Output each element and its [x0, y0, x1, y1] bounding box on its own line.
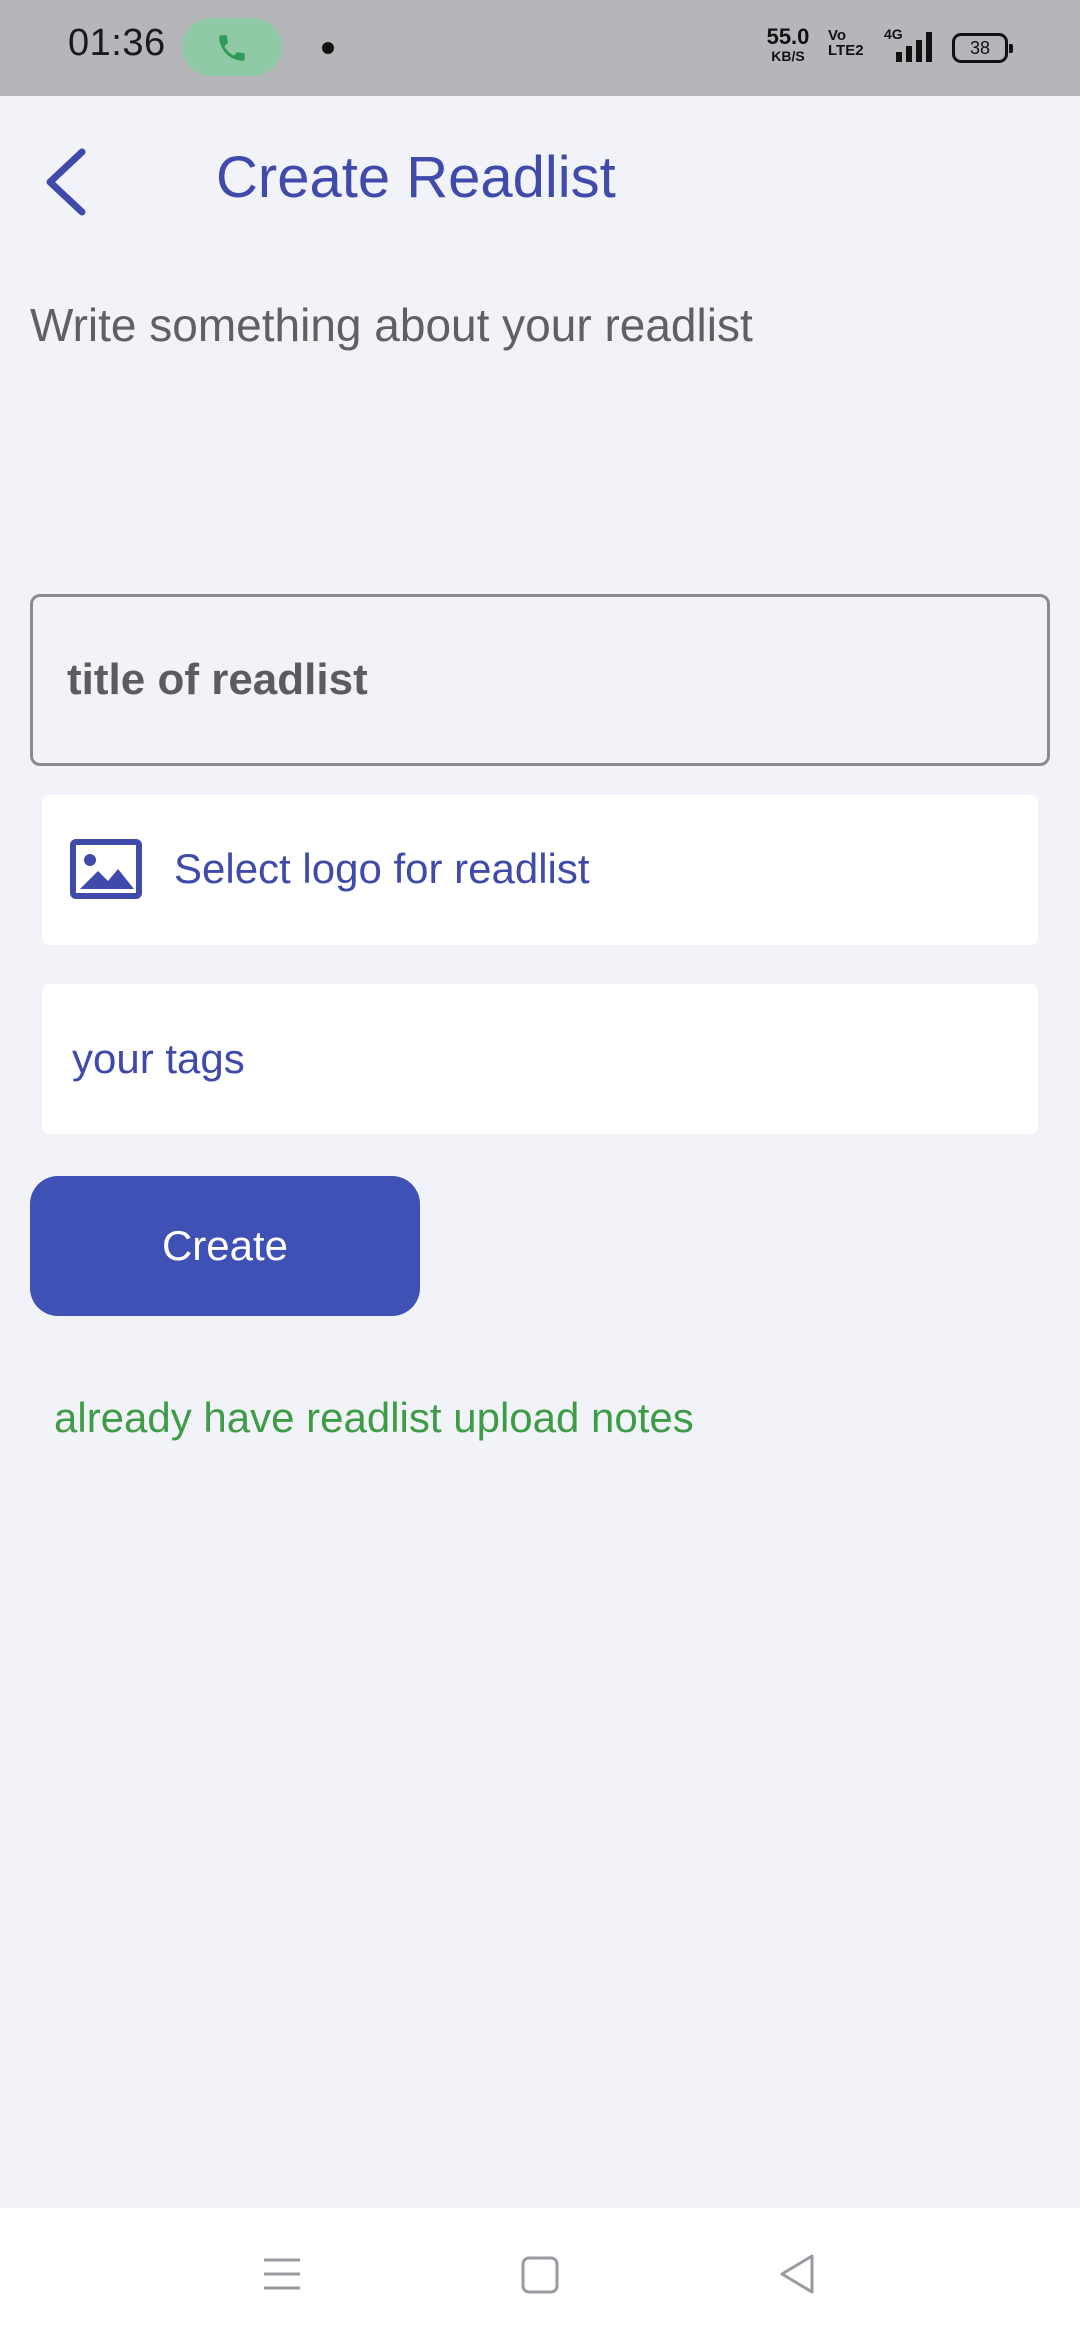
create-button[interactable]: Create [30, 1176, 420, 1316]
status-time: 01:36 [68, 22, 166, 64]
network-speed-value: 55.0 [766, 24, 810, 49]
system-nav-bar [0, 2208, 1080, 2340]
select-logo-label: Select logo for readlist [174, 845, 590, 892]
tags-input[interactable] [42, 984, 1038, 1134]
battery-level: 38 [969, 38, 991, 58]
call-indicator[interactable] [182, 18, 282, 76]
readlist-description: Write something about your readlist [30, 299, 753, 351]
volte-top: Vo [828, 27, 847, 44]
volte-indicator: Vo LTE2 [828, 28, 864, 58]
network-speed: 55.0 KB/S [760, 24, 816, 64]
notification-dot [322, 42, 334, 54]
chevron-left-icon [46, 148, 86, 216]
home-square-icon[interactable] [520, 2246, 560, 2302]
tags-field-container [42, 984, 1038, 1134]
status-bar: 01:36 55.0 KB/S Vo LTE2 4G 38 [0, 0, 1080, 96]
signal-icon [896, 32, 932, 62]
volte-bottom: LTE2 [828, 42, 864, 59]
page-title: Create Readlist [216, 145, 616, 210]
screen: 01:36 55.0 KB/S Vo LTE2 4G 38 Create Rea… [0, 0, 1080, 2340]
title-input[interactable] [30, 594, 1050, 766]
select-logo-button[interactable]: Select logo for readlist [42, 795, 1038, 945]
phone-call-icon [219, 35, 245, 61]
upload-notes-link[interactable]: already have readlist upload notes [54, 1394, 694, 1442]
menu-icon[interactable] [262, 2246, 302, 2302]
back-button[interactable] [30, 140, 100, 220]
battery-icon: 38 [952, 33, 1013, 63]
back-triangle-icon[interactable] [778, 2246, 818, 2302]
network-speed-unit: KB/S [771, 48, 805, 64]
image-icon [70, 839, 142, 899]
